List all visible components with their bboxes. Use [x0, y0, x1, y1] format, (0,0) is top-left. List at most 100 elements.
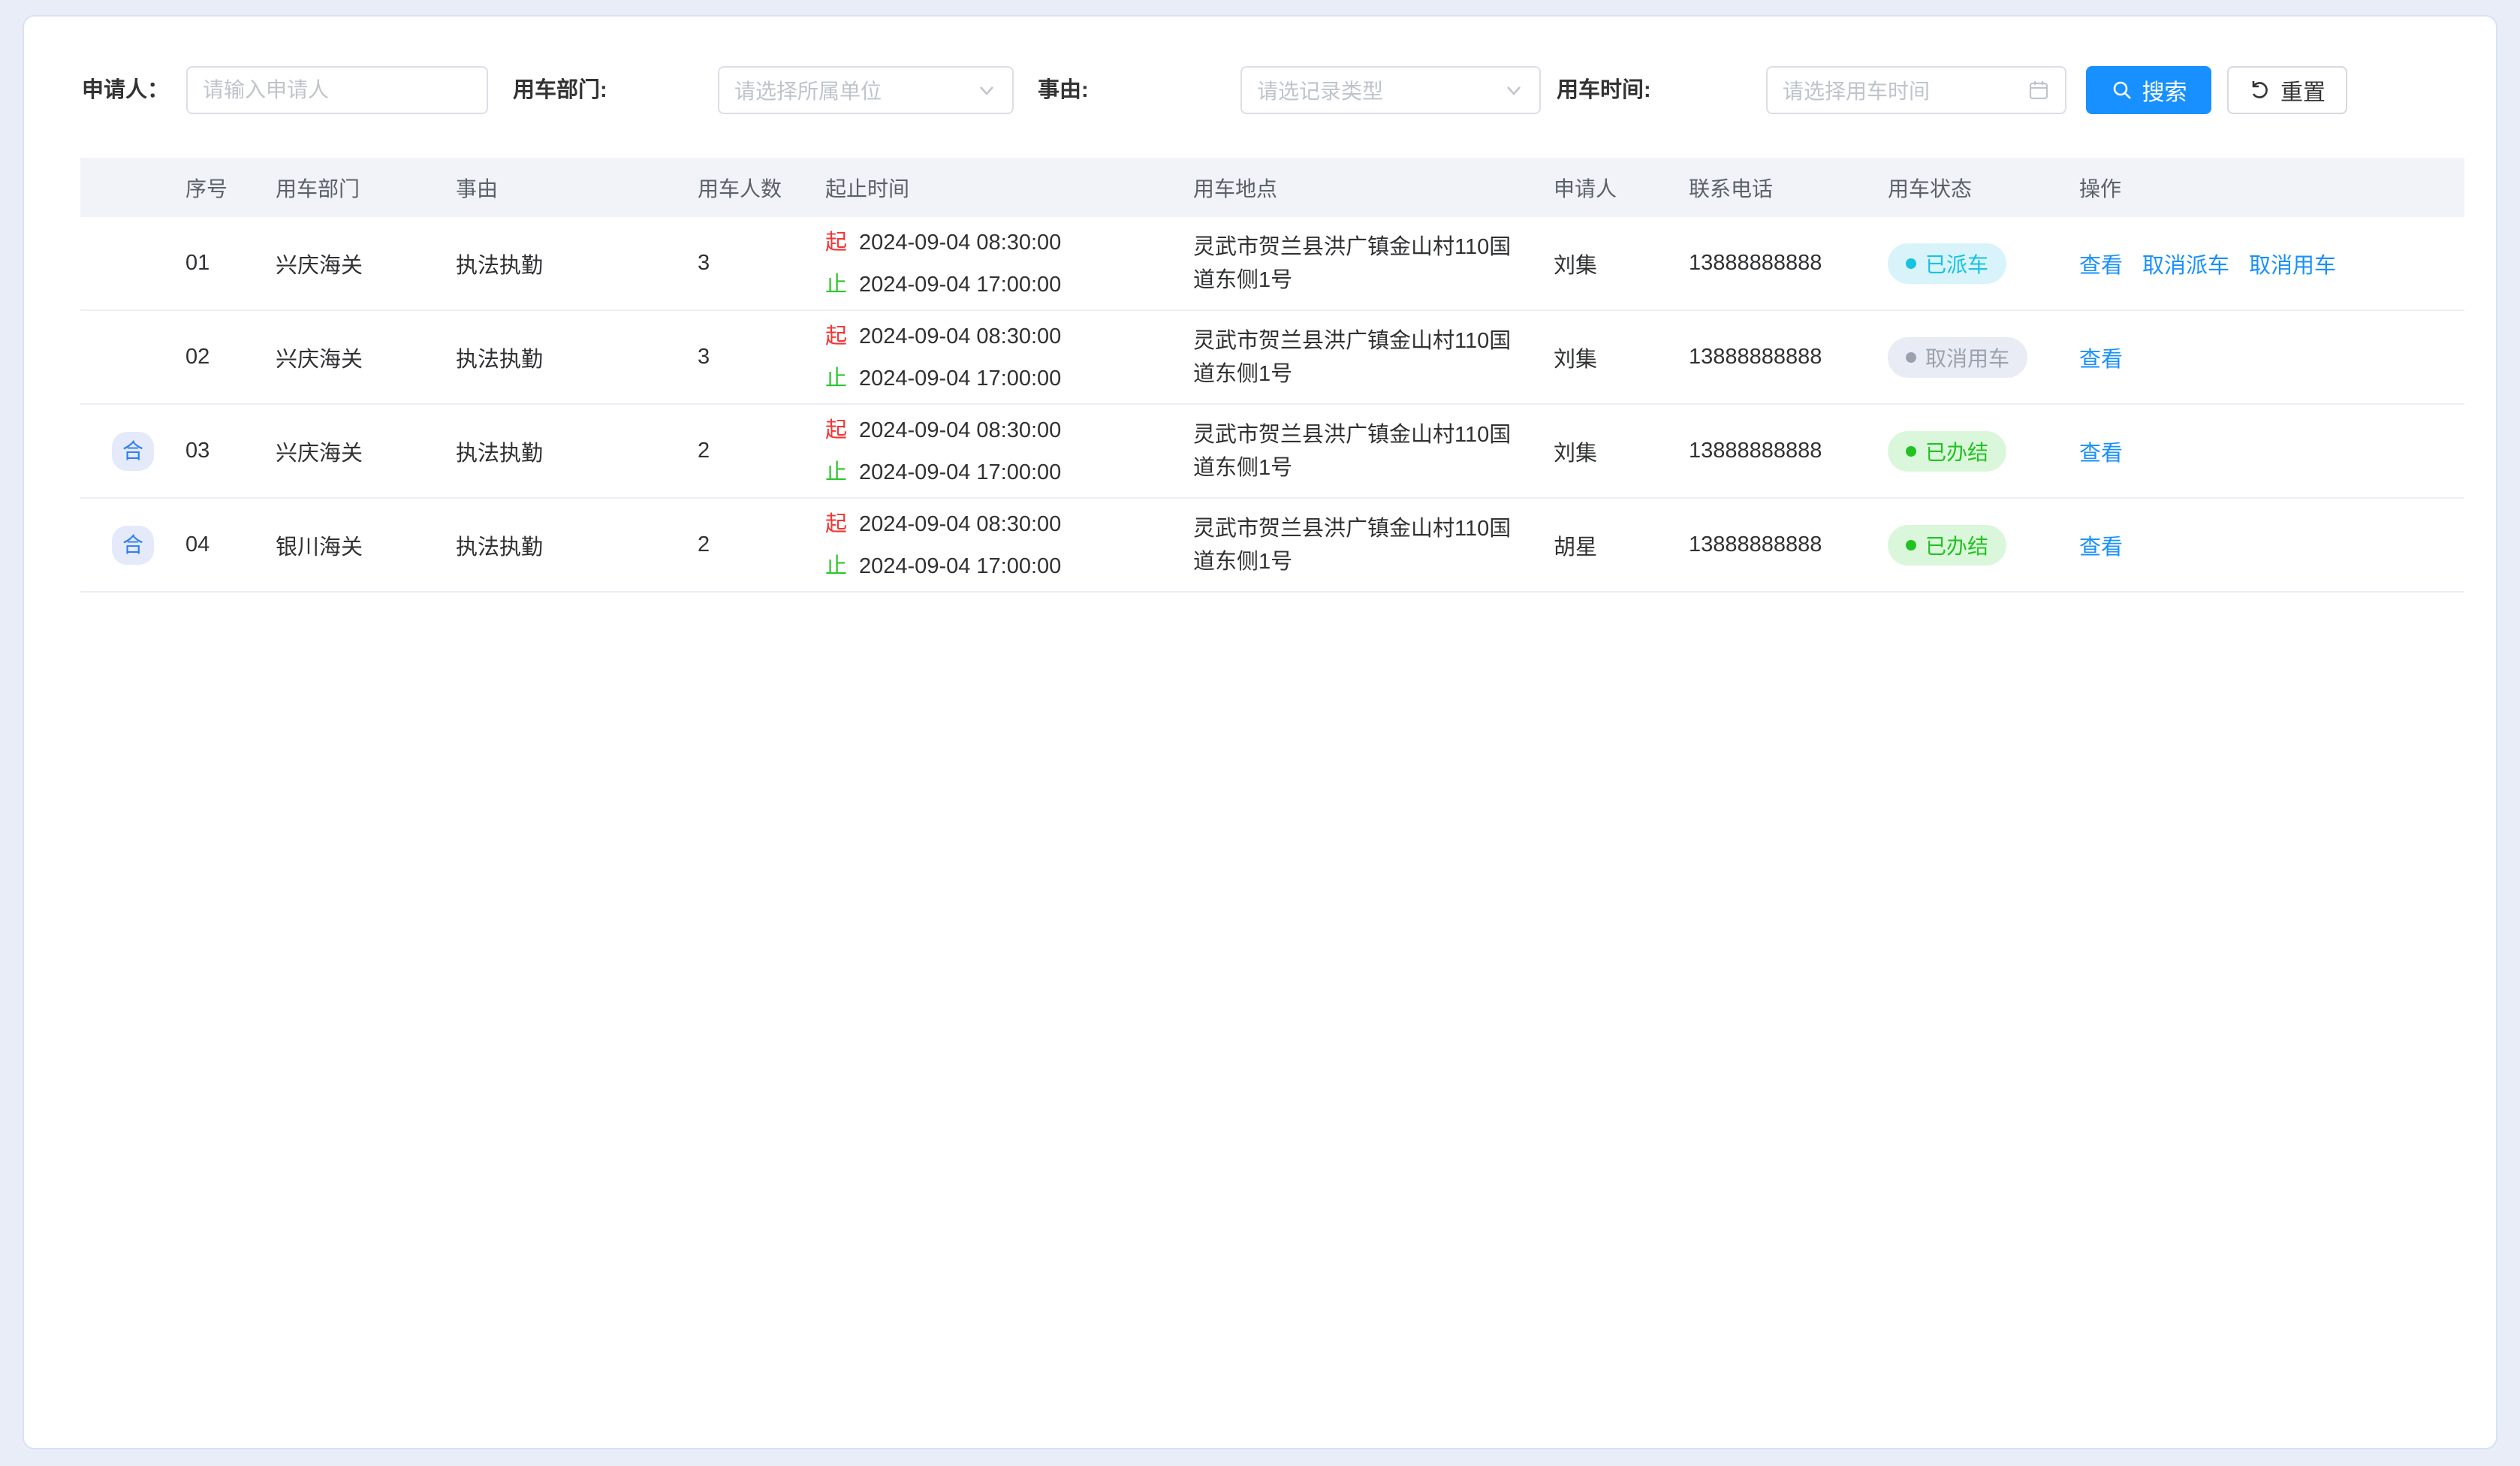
- chevron-down-icon: [1503, 80, 1524, 101]
- start-prefix: 起: [825, 505, 847, 544]
- end-time: 2024-09-04 17:00:00: [859, 453, 1061, 492]
- start-time: 2024-09-04 08:30:00: [859, 223, 1061, 262]
- time-label: 用车时间:: [1557, 66, 1651, 114]
- status-cell: 已派车: [1888, 243, 2079, 284]
- reset-icon: [2249, 79, 2271, 101]
- view-link[interactable]: 查看: [2079, 342, 2123, 373]
- chevron-down-icon: [976, 80, 997, 101]
- end-prefix: 止: [825, 359, 847, 398]
- header-no: 序号: [185, 173, 276, 203]
- location-cell: 灵武市贺兰县洪广镇金山村110国道东侧1号: [1193, 418, 1554, 484]
- merge-cell: 合: [80, 432, 185, 471]
- no-cell: 04: [185, 532, 276, 557]
- search-button[interactable]: 搜索: [2086, 66, 2211, 114]
- people-cell: 2: [698, 439, 825, 463]
- applicant-cell: 刘集: [1554, 248, 1689, 279]
- dept-cell: 兴庆海关: [276, 342, 456, 373]
- location-cell: 灵武市贺兰县洪广镇金山村110国道东侧1号: [1193, 512, 1554, 578]
- time-picker-placeholder: 请选择用车时间: [1783, 75, 2018, 105]
- end-time: 2024-09-04 17:00:00: [859, 359, 1061, 398]
- reset-button-label: 重置: [2280, 74, 2326, 107]
- merge-badge: 合: [112, 432, 154, 471]
- applicant-cell: 刘集: [1554, 436, 1689, 467]
- status-cell: 已办结: [1888, 431, 2079, 472]
- start-prefix: 起: [825, 223, 847, 262]
- main-card: 申请人： 用车部门: 请选择所属单位 事由: 请选记录类型 用车时间: 请选择用…: [23, 15, 2497, 1449]
- view-link[interactable]: 查看: [2079, 529, 2123, 561]
- location-text: 灵武市贺兰县洪广镇金山村110国道东侧1号: [1193, 512, 1530, 578]
- actions-cell: 查看 取消派车 取消用车: [2079, 248, 2464, 279]
- applicant-cell: 胡星: [1554, 529, 1689, 561]
- start-time: 2024-09-04 08:30:00: [859, 505, 1061, 544]
- dept-cell: 银川海关: [276, 529, 456, 561]
- table-row: 02 兴庆海关 执法执勤 3 起2024-09-04 08:30:00 止202…: [80, 311, 2464, 405]
- location-cell: 灵武市贺兰县洪广镇金山村110国道东侧1号: [1193, 231, 1554, 297]
- table-row: 01 兴庆海关 执法执勤 3 起2024-09-04 08:30:00 止202…: [80, 217, 2464, 311]
- end-time: 2024-09-04 17:00:00: [859, 547, 1061, 586]
- calendar-icon: [2027, 79, 2050, 101]
- end-prefix: 止: [825, 453, 847, 492]
- location-cell: 灵武市贺兰县洪广镇金山村110国道东侧1号: [1193, 324, 1554, 391]
- cancel-dispatch-link[interactable]: 取消派车: [2142, 248, 2229, 279]
- time-picker[interactable]: 请选择用车时间: [1766, 66, 2066, 114]
- header-status: 用车状态: [1888, 173, 2079, 203]
- merge-badge: 合: [112, 526, 154, 565]
- cancel-vehicle-link[interactable]: 取消用车: [2249, 248, 2336, 279]
- start-time: 2024-09-04 08:30:00: [859, 411, 1061, 450]
- location-text: 灵武市贺兰县洪广镇金山村110国道东侧1号: [1193, 231, 1530, 297]
- applicant-input[interactable]: [203, 78, 472, 102]
- phone-cell: 13888888888: [1689, 251, 1888, 276]
- phone-cell: 13888888888: [1689, 532, 1888, 557]
- status-dot-icon: [1906, 352, 1916, 363]
- search-icon: [2111, 79, 2133, 101]
- actions-cell: 查看: [2079, 342, 2464, 373]
- people-cell: 2: [698, 532, 825, 557]
- department-select-placeholder: 请选择所属单位: [734, 75, 967, 105]
- end-time: 2024-09-04 17:00:00: [859, 265, 1061, 304]
- times-cell: 起 2024-09-04 08:30:00 止 2024-09-04 17:00:0…: [825, 317, 1193, 398]
- times-cell: 起2024-09-04 08:30:00 止2024-09-04 17:00:0…: [825, 223, 1193, 304]
- dept-cell: 兴庆海关: [276, 436, 456, 467]
- end-prefix: 止: [825, 547, 847, 586]
- table-row: 合 04 银川海关 执法执勤 2 起2024-09-04 08:30:00 止2…: [80, 499, 2464, 593]
- no-cell: 03: [185, 439, 276, 463]
- times-cell: 起 2024-09-04 08:30:00 止 2024-09-04 17:00:0…: [825, 505, 1193, 586]
- location-text: 灵武市贺兰县洪广镇金山村110国道东侧1号: [1193, 418, 1530, 484]
- phone-cell: 13888888888: [1689, 345, 1888, 370]
- header-phone: 联系电话: [1689, 173, 1888, 203]
- header-times: 起止时间: [825, 173, 1193, 203]
- view-link[interactable]: 查看: [2079, 248, 2123, 279]
- header-dept: 用车部门: [276, 173, 456, 203]
- dept-cell: 兴庆海关: [276, 248, 456, 279]
- status-dot-icon: [1906, 258, 1916, 269]
- status-cell: 取消用车: [1888, 337, 2079, 378]
- merge-cell: 合: [80, 526, 185, 565]
- search-button-label: 搜索: [2142, 74, 2187, 107]
- applicant-input-wrap: [186, 66, 488, 114]
- status-dot-icon: [1906, 446, 1916, 457]
- actions-cell: 查看: [2079, 436, 2464, 467]
- reason-select[interactable]: 请选记录类型: [1240, 66, 1541, 114]
- header-people: 用车人数: [698, 173, 825, 203]
- start-time: 2024-09-04 08:30:00: [859, 317, 1061, 356]
- no-cell: 02: [185, 345, 276, 370]
- reset-button[interactable]: 重置: [2227, 66, 2347, 114]
- reason-cell: 执法执勤: [456, 248, 698, 279]
- header-actions: 操作: [2079, 173, 2464, 203]
- status-badge: 已办结: [1888, 431, 2006, 472]
- header-reason: 事由: [456, 173, 698, 203]
- start-prefix: 起: [825, 411, 847, 450]
- status-cell: 已办结: [1888, 525, 2079, 566]
- applicant-cell: 刘集: [1554, 342, 1689, 373]
- reason-select-placeholder: 请选记录类型: [1257, 75, 1494, 105]
- actions-cell: 查看: [2079, 529, 2464, 561]
- times-cell: 起 2024-09-04 08:30:00 止 2024-09-04 17:00:0…: [825, 411, 1193, 492]
- view-link[interactable]: 查看: [2079, 436, 2123, 467]
- department-label: 用车部门:: [513, 66, 607, 114]
- reason-label: 事由:: [1038, 66, 1089, 114]
- department-select[interactable]: 请选择所属单位: [718, 66, 1014, 114]
- start-prefix: 起: [825, 317, 847, 356]
- vehicle-table: 序号 用车部门 事由 用车人数 起止时间 用车地点 申请人 联系电话 用车状态 …: [80, 158, 2464, 593]
- people-cell: 3: [698, 251, 825, 276]
- location-text: 灵武市贺兰县洪广镇金山村110国道东侧1号: [1193, 324, 1530, 391]
